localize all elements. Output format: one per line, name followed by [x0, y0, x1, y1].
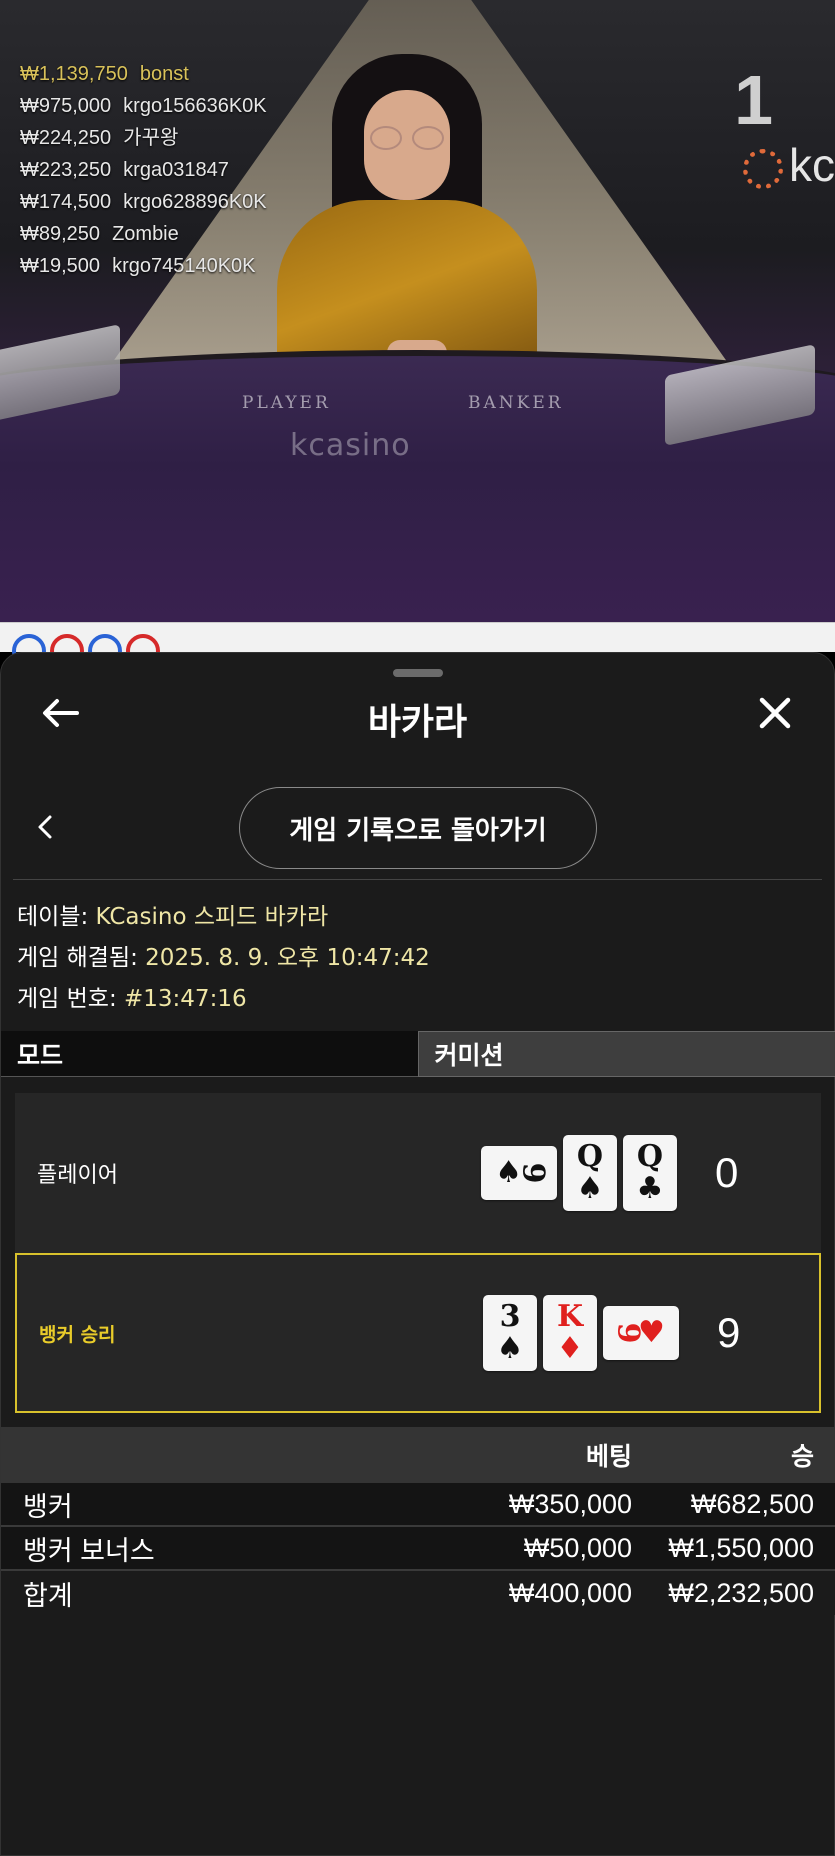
player-cards: ♠ 9 Q ♠ Q ♣ — [481, 1093, 677, 1253]
leaderboard-row: ₩174,500 krgo628896K0K — [20, 191, 267, 213]
playing-card: K ♦ — [543, 1295, 597, 1371]
player-hand-label: 플레이어 — [37, 1163, 118, 1188]
playing-card: Q ♣ — [623, 1135, 677, 1211]
mode-tabs: 모드 커미션 — [1, 1031, 835, 1077]
banker-hand: 뱅커 승리 3 ♠ K ♦ 9 ♥ 9 — [15, 1253, 821, 1413]
bets-table: 베팅 승 뱅커 ₩350,000 ₩682,500 뱅커 보너스 ₩50,000… — [1, 1427, 835, 1615]
divider — [13, 879, 822, 880]
chip-icon — [743, 148, 783, 189]
table-info: 테이블: KCasino 스피드 바카라 — [17, 904, 329, 930]
win-column-header: 승 — [790, 1442, 814, 1471]
playing-card: 9 ♥ — [603, 1306, 679, 1360]
kcasino-logo: kc — [743, 138, 835, 192]
live-video-stream[interactable]: PLAYER BANKER kcasino ₩1,139,750 bonst ₩9… — [0, 0, 835, 622]
tab-mode[interactable]: 모드 — [1, 1031, 418, 1077]
game-number-info: 게임 번호: #13:47:16 — [17, 986, 247, 1012]
felt-logo: kcasino — [290, 428, 411, 463]
winners-leaderboard: ₩1,139,750 bonst ₩975,000 krgo156636K0K ₩2… — [20, 58, 267, 282]
player-hand: 플레이어 ♠ 9 Q ♠ Q ♣ 0 — [15, 1093, 821, 1253]
table-row: 뱅커 ₩350,000 ₩682,500 — [1, 1483, 835, 1527]
chevron-left-icon[interactable] — [29, 807, 61, 847]
table-row: 뱅커 보너스 ₩50,000 ₩1,550,000 — [1, 1527, 835, 1571]
playing-card: Q ♠ — [563, 1135, 617, 1211]
page-title: 바카라 — [367, 702, 468, 743]
total-row: 합계 ₩400,000 ₩2,232,500 — [1, 1571, 835, 1615]
banker-win-label: 뱅커 승리 — [39, 1323, 116, 1346]
leaderboard-row: ₩975,000 krgo156636K0K — [20, 95, 267, 117]
bead-road-strip — [0, 622, 835, 668]
leaderboard-row: ₩224,250 가꾸왕 — [20, 127, 179, 149]
player-score: 0 — [715, 1149, 739, 1196]
leaderboard-row: ₩1,139,750 bonst — [20, 63, 189, 85]
felt-player-label: PLAYER — [242, 393, 331, 413]
game-info: 테이블: KCasino 스피드 바카라 게임 해결됨: 2025. 8. 9.… — [17, 897, 430, 1020]
felt-banker-label: BANKER — [468, 393, 564, 413]
leaderboard-row: ₩19,500 krgo745140K0K — [20, 255, 256, 277]
playing-card: ♠ 9 — [481, 1146, 557, 1200]
round-number: 1 — [734, 61, 773, 139]
tab-commission[interactable]: 커미션 — [417, 1031, 835, 1077]
sheet-drag-handle[interactable] — [393, 669, 443, 677]
close-icon[interactable] — [753, 691, 797, 735]
bet-column-header: 베팅 — [585, 1442, 632, 1471]
game-detail-sheet: 바카라 게임 기록으로 돌아가기 테이블: KCasino 스피드 바카라 게임… — [0, 652, 835, 1856]
dealer-figure — [272, 50, 542, 370]
playing-card: 3 ♠ — [483, 1295, 537, 1371]
leaderboard-row: ₩223,250 krga031847 — [20, 159, 229, 181]
banker-score: 9 — [717, 1309, 741, 1356]
back-to-history-button[interactable]: 게임 기록으로 돌아가기 — [239, 787, 597, 869]
leaderboard-row: ₩89,250 Zombie — [20, 223, 179, 245]
resolved-info: 게임 해결됨: 2025. 8. 9. 오후 10:47:42 — [17, 945, 430, 971]
bets-header: 베팅 승 — [1, 1427, 835, 1483]
banker-cards: 3 ♠ K ♦ 9 ♥ — [483, 1255, 679, 1411]
